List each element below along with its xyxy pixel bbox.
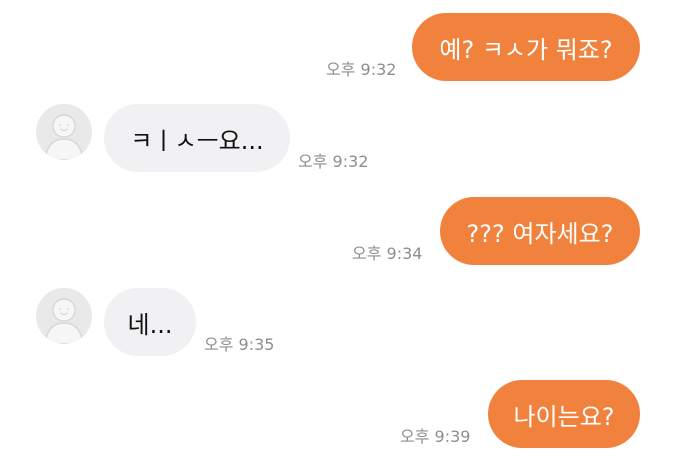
message-timestamp: 오후 9:32 bbox=[298, 152, 369, 171]
incoming-message-bubble[interactable]: 네... bbox=[104, 288, 196, 356]
sender-avatar[interactable] bbox=[36, 288, 92, 344]
outgoing-message-bubble[interactable]: 예? ㅋㅅ가 뭐죠? bbox=[412, 13, 640, 81]
message-text: 나이는요? bbox=[513, 402, 615, 431]
message-text: ㅋㅣㅅㅡ요... bbox=[130, 126, 264, 155]
message-text: 예? ㅋㅅ가 뭐죠? bbox=[439, 35, 613, 64]
outgoing-message-bubble[interactable]: 나이는요? bbox=[488, 380, 640, 448]
incoming-message-bubble[interactable]: ㅋㅣㅅㅡ요... bbox=[104, 104, 290, 172]
message-text: ??? 여자세요? bbox=[466, 219, 614, 248]
message-timestamp: 오후 9:39 bbox=[400, 427, 471, 446]
default-profile-icon bbox=[44, 114, 84, 160]
message-text: 네... bbox=[127, 310, 173, 339]
sender-avatar[interactable] bbox=[36, 104, 92, 160]
default-profile-icon bbox=[44, 298, 84, 344]
message-timestamp: 오후 9:34 bbox=[352, 244, 423, 263]
outgoing-message-bubble[interactable]: ??? 여자세요? bbox=[440, 197, 640, 265]
message-timestamp: 오후 9:32 bbox=[326, 60, 397, 79]
chat-area: 예? ㅋㅅ가 뭐죠? 오후 9:32 ㅋㅣㅅㅡ요... 오후 9:32 ??? … bbox=[0, 0, 674, 458]
message-timestamp: 오후 9:35 bbox=[204, 335, 275, 354]
